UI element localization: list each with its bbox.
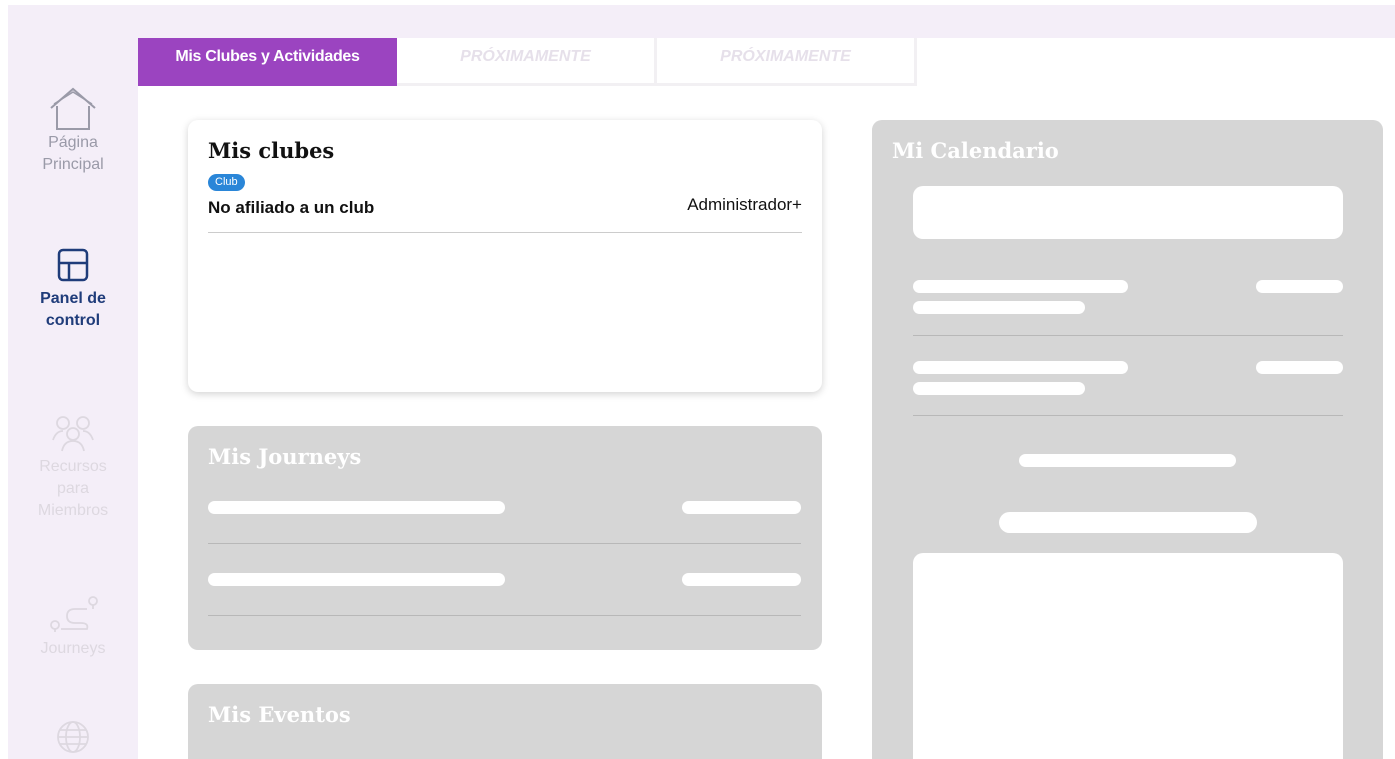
skeleton-bar [208,573,505,586]
sidebar-item-label: Panel de [40,290,106,307]
skeleton-box [913,186,1343,239]
skeleton-bar [682,501,801,514]
skeleton-bar [913,361,1128,374]
journeys-card: Mis Journeys [188,426,822,650]
skeleton-bar [913,280,1128,293]
skeleton-bar [1019,454,1236,467]
events-card: Mis Eventos [188,684,822,759]
sidebar-item-label: para [56,480,90,497]
dashboard-icon [57,248,89,288]
tab-mis-clubes[interactable]: Mis Clubes y Actividades [138,38,397,86]
route-icon [43,592,103,638]
home-icon [48,86,98,132]
skeleton-box [913,553,1343,759]
tab-coming-soon-1: PRÓXIMAMENTE [397,38,657,86]
calendar-card: Mi Calendario [872,120,1383,759]
skeleton-bar [1256,280,1343,293]
sidebar-item-label: Journeys [40,640,106,657]
skeleton-bar [208,501,505,514]
sidebar-item-globe[interactable] [8,720,138,754]
divider [208,615,801,616]
events-card-title: Mis Eventos [208,702,351,727]
skeleton-bar [913,382,1085,395]
calendar-card-title: Mi Calendario [892,138,1059,163]
club-name: No afiliado a un club [208,198,375,217]
divider [913,335,1343,336]
divider [208,232,802,233]
people-icon [50,412,96,456]
skeleton-bar [1256,361,1343,374]
skeleton-bar [682,573,801,586]
sidebar-item-label: Principal [42,156,104,173]
divider [208,543,801,544]
club-badge: Club [208,174,245,191]
globe-icon [56,720,90,754]
club-role: Administrador+ [687,195,802,214]
sidebar-item-journeys[interactable]: Journeys [8,592,138,660]
sidebar-item-label: Miembros [37,502,109,519]
divider [913,415,1343,416]
skeleton-bar [999,512,1257,533]
clubs-card-title: Mis clubes [208,138,335,163]
sidebar-item-label: Recursos [39,458,107,475]
sidebar-item-label: Página [48,134,98,151]
sidebar-item-panel[interactable]: Panel de control [8,248,138,332]
sidebar-item-label: control [45,312,101,329]
journeys-card-title: Mis Journeys [208,444,362,469]
skeleton-bar [913,301,1085,314]
sidebar-item-resources[interactable]: Recursos para Miembros [8,412,138,522]
top-band [8,5,1395,38]
clubs-card: Mis clubes Club No afiliado a un club Ad… [188,120,822,392]
sidebar-item-home[interactable]: Página Principal [8,86,138,176]
tab-bar: Mis Clubes y Actividades PRÓXIMAMENTE PR… [138,38,917,86]
tab-coming-soon-2: PRÓXIMAMENTE [657,38,917,86]
